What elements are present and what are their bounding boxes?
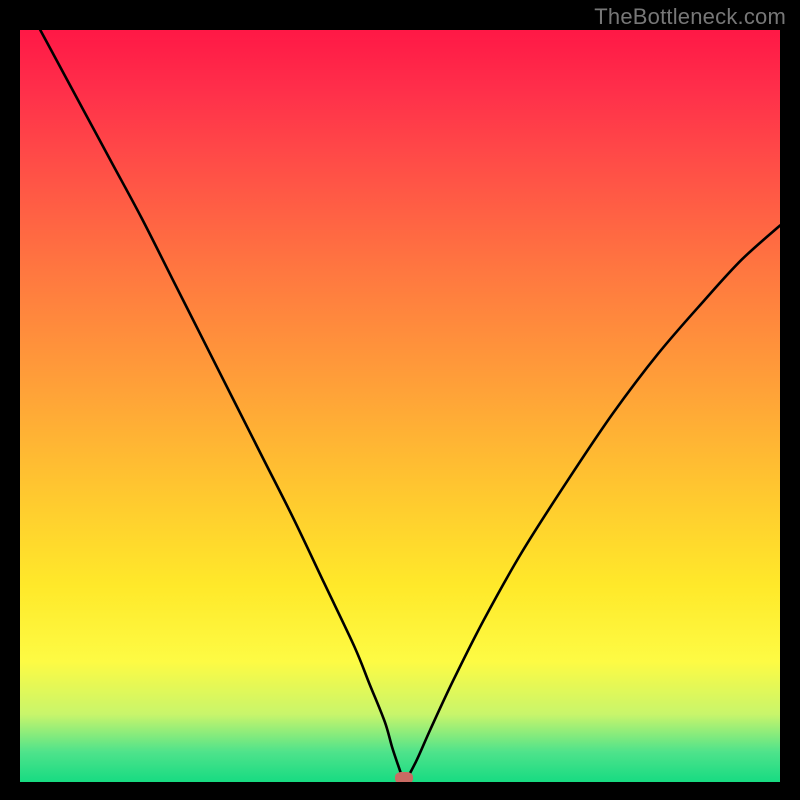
watermark-label: TheBottleneck.com bbox=[594, 4, 786, 30]
plot-area bbox=[20, 30, 780, 782]
min-point-marker bbox=[395, 772, 413, 782]
chart-frame: TheBottleneck.com bbox=[0, 0, 800, 800]
curve-layer bbox=[20, 30, 780, 782]
bottleneck-curve bbox=[20, 30, 780, 782]
